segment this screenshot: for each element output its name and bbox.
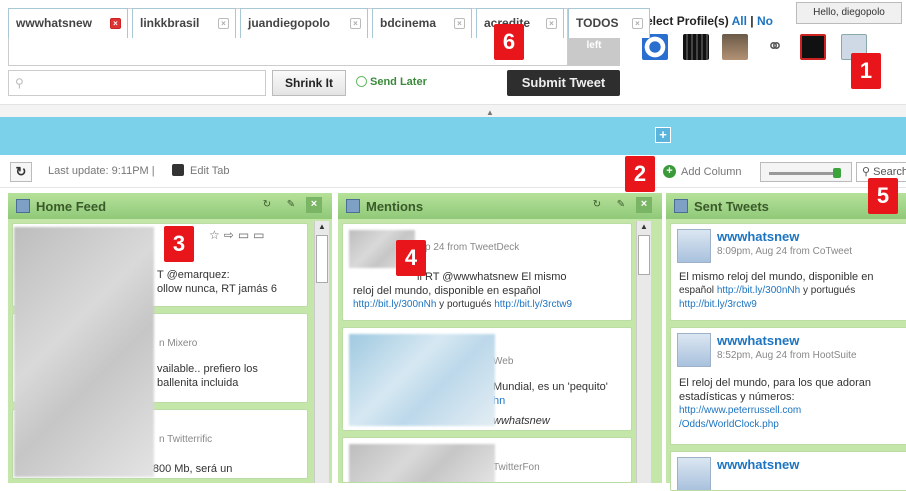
tweet-card[interactable]: p 24 from TweetDeck ll RT @wwwhatsnew El… [342,223,632,321]
avatar[interactable] [677,229,711,263]
edit-tab-icon[interactable] [172,164,184,176]
scroll-up-icon[interactable]: ▲ [316,221,328,233]
tab-wwwhatsnew[interactable]: wwwhatsnew × [8,8,128,38]
tweet-card[interactable]: wwwhatsnew 8:52pm, Aug 24 from HootSuite… [670,327,906,445]
slider-track [769,172,839,175]
tab-juandiegopolo[interactable]: juandiegopolo × [240,8,368,38]
refresh-all-button[interactable]: ↻ [10,162,32,182]
refresh-column-icon[interactable]: ↻ [260,198,274,212]
add-column-link[interactable]: Add Column [681,166,742,178]
tab-linkkbrasil[interactable]: linkkbrasil × [132,8,236,38]
profile-link-avatar[interactable]: ⚭ [762,34,788,60]
callout-badge: 4 [396,240,426,276]
callout-badge: 5 [868,178,898,214]
close-column-icon[interactable]: × [636,197,652,213]
scroll-thumb[interactable] [638,235,650,275]
close-tab-icon[interactable]: × [110,18,121,29]
tweet-link[interactable]: http://bit.ly/300nNh [717,285,800,296]
send-later-label: Send Later [370,76,427,88]
pixelated-content [349,334,495,426]
tab-bar [0,117,906,155]
close-tab-icon[interactable]: × [218,18,229,29]
avatar[interactable] [677,333,711,367]
column-title: Mentions [366,199,424,214]
column-title: Home Feed [36,199,107,214]
submit-tweet-button[interactable]: Submit Tweet [507,70,620,96]
column-title: Sent Tweets [694,199,769,214]
callout-badge: 1 [851,53,881,89]
tweet-link[interactable]: /Odds/WorldClock.php [679,419,779,430]
select-profiles-label: Select Profile(s) All | No [638,14,773,28]
profile-person-avatar[interactable] [722,34,748,60]
close-tab-icon[interactable]: × [350,18,361,29]
tab-bdcinema[interactable]: bdcinema × [372,8,472,38]
attach-url-input[interactable]: ⚲ [8,70,266,96]
counter-label: left [586,40,602,51]
close-tab-icon[interactable]: × [546,18,557,29]
scroll-up-icon[interactable]: ▲ [638,221,650,233]
tweet-card[interactable]: wwwhatsnew [670,451,906,491]
grip-icon: ▲ [486,108,494,117]
column-mentions: Mentions ↻ ✎ × p 24 from TweetDeck ll RT… [338,193,662,483]
hello-tooltip: Hello, diegopolo [796,2,902,24]
clock-icon [356,76,367,87]
last-update-text: Last update: 9:11PM | [48,165,155,177]
tweet-actions[interactable]: ☆⇨▭▭ [209,228,269,242]
tweet-link[interactable]: http://bit.ly/3rctw9 [494,299,572,310]
close-column-icon[interactable]: × [306,197,322,213]
edit-column-icon[interactable]: ✎ [614,198,628,212]
attachment-icon: ⚲ [15,76,24,90]
edit-tab-link[interactable]: Edit Tab [190,165,230,177]
profile-n-avatar[interactable] [800,34,826,60]
pixelated-content [349,444,495,482]
tweet-card[interactable]: wwwhatsnew 8:09pm, Aug 24 from CoTweet E… [670,223,906,321]
column-scrollbar[interactable]: ▲ [314,221,329,483]
tweet-username[interactable]: wwwhatsnew [717,333,799,348]
search-icon: ⚲ [862,166,871,178]
callout-badge: 6 [494,24,524,60]
profile-clapper-avatar[interactable] [683,34,709,60]
close-tab-icon[interactable]: × [454,18,465,29]
send-later-link[interactable]: Send Later [356,76,427,88]
tab-todos[interactable]: TODOS × [568,8,650,38]
tweet-card[interactable]: Web Mundial, es un 'pequito' hn wwhatsne… [342,327,632,431]
mentions-icon [346,199,360,213]
tweet-username[interactable]: wwwhatsnew [717,229,799,244]
sent-icon [674,199,688,213]
tweet-card[interactable]: TwitterFon [342,437,632,483]
column-header: Mentions ↻ ✎ × [338,193,662,219]
callout-badge: 2 [625,156,655,192]
tweet-link[interactable]: http://bit.ly/300nNh [353,299,436,310]
column-sent-tweets: Sent Tweets wwwhatsnew 8:09pm, Aug 24 fr… [666,193,906,491]
column-header: Home Feed ↻ ✎ × [8,193,332,219]
edit-column-icon[interactable]: ✎ [284,198,298,212]
select-all-link[interactable]: All [732,14,747,28]
feed-icon [16,199,30,213]
tweet-link[interactable]: http://bit.ly/3rctw9 [679,299,757,310]
avatar[interactable] [677,457,711,490]
column-width-slider[interactable] [760,162,852,182]
add-column-icon[interactable]: + [663,165,676,178]
add-tab-button[interactable]: + [655,127,671,143]
pixelated-content [14,227,154,477]
slider-knob[interactable] [833,168,841,178]
callout-badge: 3 [164,226,194,262]
refresh-column-icon[interactable]: ↻ [590,198,604,212]
select-none-link[interactable]: No [757,14,773,28]
column-scrollbar[interactable]: ▲ [636,221,651,483]
tweet-link[interactable]: http://www.peterrussell.com [679,405,801,416]
scroll-thumb[interactable] [316,235,328,283]
shrink-it-button[interactable]: Shrink It [272,70,346,96]
close-tab-icon[interactable]: × [632,18,643,29]
